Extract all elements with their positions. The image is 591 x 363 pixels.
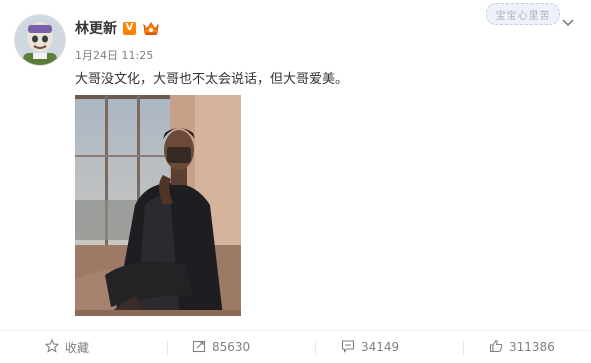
thumbs-up-icon — [489, 339, 503, 356]
repost-icon — [192, 339, 206, 356]
favorite-button[interactable]: 收藏 — [44, 331, 90, 363]
comment-button[interactable]: 34149 — [341, 331, 399, 363]
action-divider — [167, 341, 168, 355]
avatar-image — [15, 15, 65, 65]
crown-badge-icon[interactable] — [142, 20, 160, 36]
user-name-row: 林更新 V — [75, 18, 160, 38]
like-button[interactable]: 311386 — [489, 331, 555, 363]
username[interactable]: 林更新 — [75, 18, 117, 38]
verified-vip-icon[interactable]: V — [123, 21, 136, 35]
watermark-sticker: 宝宝心里苦 — [486, 3, 560, 25]
chevron-down-icon[interactable] — [560, 15, 576, 29]
avatar[interactable] — [14, 14, 66, 66]
repost-button[interactable]: 85630 — [192, 331, 250, 363]
like-count: 311386 — [509, 340, 555, 354]
action-divider — [463, 341, 464, 355]
comment-count: 34149 — [361, 340, 400, 354]
post-text: 大哥没文化，大哥也不太会说话，但大哥爱美。 — [75, 72, 349, 87]
post-timestamp[interactable]: 1月24日 11:25 — [75, 47, 153, 63]
post-photo[interactable] — [75, 95, 241, 316]
star-icon — [44, 338, 60, 356]
favorite-label: 收藏 — [65, 340, 90, 355]
action-divider — [315, 341, 316, 355]
action-bar: 收藏 85630 34149 311386 — [0, 330, 591, 363]
repost-count: 85630 — [212, 340, 251, 354]
comment-icon — [341, 339, 355, 356]
